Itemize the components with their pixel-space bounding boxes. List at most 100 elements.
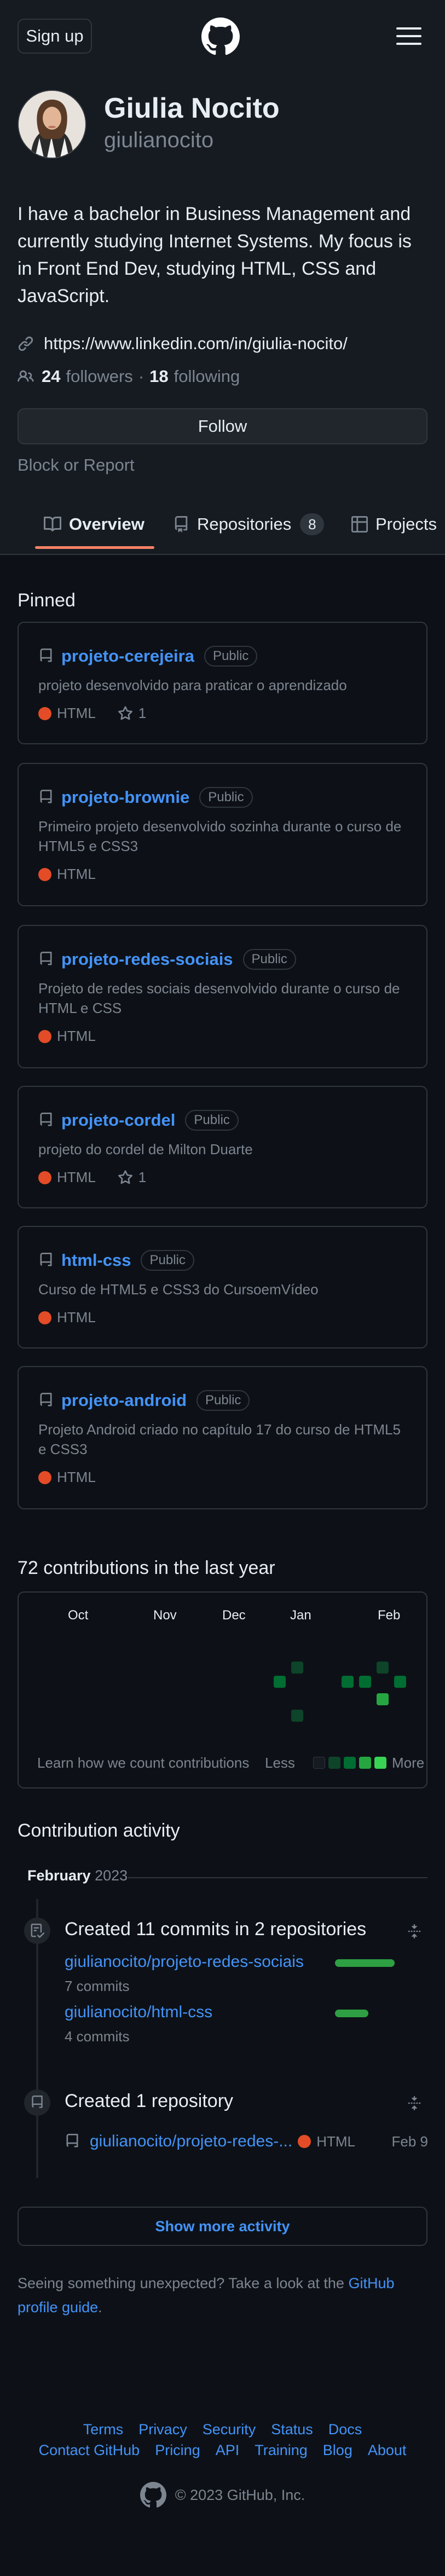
language-color-dot bbox=[38, 867, 51, 881]
stargazers-link[interactable]: 1 bbox=[118, 705, 146, 722]
footer-link-status[interactable]: Status bbox=[271, 2421, 313, 2438]
avatar[interactable] bbox=[18, 90, 86, 159]
copyright-text: © 2023 GitHub, Inc. bbox=[175, 2486, 305, 2503]
github-logo-icon[interactable] bbox=[201, 18, 240, 56]
contribution-day[interactable] bbox=[359, 1676, 371, 1688]
footer-link-pricing[interactable]: Pricing bbox=[155, 2442, 200, 2459]
visibility-badge: Public bbox=[197, 1390, 250, 1411]
sign-up-button[interactable]: Sign up bbox=[18, 19, 92, 54]
star-count: 1 bbox=[138, 1169, 147, 1185]
divider bbox=[128, 1877, 427, 1878]
created-repo-row: giulianocito/projeto-redes-... HTML Feb … bbox=[65, 2132, 428, 2151]
tab-repositories[interactable]: Repositories 8 bbox=[173, 509, 325, 540]
footer-links-row: Terms Privacy Security Status Docs bbox=[0, 2421, 445, 2438]
pinned-repo-name[interactable]: projeto-cordel bbox=[61, 1110, 175, 1130]
website-link[interactable]: https://www.linkedin.com/in/giulia-nocit… bbox=[44, 334, 348, 354]
followers-count[interactable]: 24 bbox=[42, 367, 60, 386]
pinned-repo-language: HTML bbox=[57, 1028, 96, 1044]
star-icon bbox=[118, 705, 132, 720]
repo-icon bbox=[175, 516, 188, 532]
fold-icon[interactable] bbox=[407, 2094, 421, 2112]
activity-commit-count[interactable]: 4 commits bbox=[65, 2028, 129, 2045]
learn-contributions-link[interactable]: Learn how we count contributions bbox=[37, 1755, 249, 1772]
pinned-repo-card: html-css Public Curso de HTML5 e CSS3 do… bbox=[18, 1226, 427, 1348]
contribution-day[interactable] bbox=[291, 1710, 303, 1722]
table-icon bbox=[351, 516, 368, 532]
footer-link-api[interactable]: API bbox=[216, 2442, 240, 2459]
tab-projects[interactable]: Projects bbox=[351, 509, 437, 540]
contribution-day[interactable] bbox=[342, 1676, 354, 1688]
language-color-dot bbox=[38, 707, 51, 720]
pinned-repo-name[interactable]: projeto-redes-sociais bbox=[61, 950, 233, 969]
show-more-activity-button[interactable]: Show more activity bbox=[18, 2207, 427, 2246]
calendar-month-label: Oct bbox=[68, 1608, 89, 1623]
footer-link-contact[interactable]: Contact GitHub bbox=[39, 2442, 140, 2459]
selected-tab-indicator bbox=[35, 546, 154, 549]
contribution-activity-title: Contribution activity bbox=[18, 1820, 180, 1841]
follow-button[interactable]: Follow bbox=[18, 408, 427, 444]
created-repo-language: HTML bbox=[316, 2133, 355, 2150]
commits-summary: Created 11 commits in 2 repositories bbox=[65, 1919, 367, 1940]
legend-level-2 bbox=[344, 1757, 356, 1769]
pinned-repo-description: Projeto de redes sociais desenvolvido du… bbox=[38, 980, 400, 1016]
contribution-day[interactable] bbox=[291, 1662, 303, 1674]
legend-level-4 bbox=[374, 1757, 386, 1769]
commit-share-bar bbox=[335, 2010, 368, 2017]
visibility-badge: Public bbox=[242, 949, 296, 970]
avatar-photo bbox=[19, 91, 85, 158]
visibility-badge: Public bbox=[204, 646, 258, 667]
tab-overview[interactable]: Overview bbox=[44, 509, 145, 540]
pinned-repo-name[interactable]: projeto-android bbox=[61, 1391, 187, 1410]
following-label[interactable]: following bbox=[174, 367, 240, 386]
hamburger-menu-icon[interactable] bbox=[395, 25, 423, 47]
repo-icon bbox=[40, 1393, 52, 1406]
pinned-repo-name[interactable]: projeto-cerejeira bbox=[61, 646, 194, 666]
github-mark-icon[interactable] bbox=[140, 2482, 166, 2508]
footer-link-privacy[interactable]: Privacy bbox=[138, 2421, 187, 2438]
profile-website[interactable]: https://www.linkedin.com/in/giulia-nocit… bbox=[18, 333, 348, 355]
contribution-day[interactable] bbox=[377, 1693, 389, 1705]
star-icon bbox=[118, 1170, 132, 1184]
footer-links-row: Contact GitHub Pricing API Training Blog… bbox=[0, 2442, 445, 2459]
legend-level-0 bbox=[313, 1757, 325, 1769]
tab-projects-label: Projects bbox=[375, 514, 437, 534]
book-icon bbox=[44, 516, 61, 531]
profile-tabs: Overview Repositories 8 Projects bbox=[0, 498, 445, 555]
footer-link-terms[interactable]: Terms bbox=[83, 2421, 124, 2438]
activity-commit-count[interactable]: 7 commits bbox=[65, 1978, 129, 1995]
pinned-repo-card: projeto-cerejeira Public projeto desenvo… bbox=[18, 622, 427, 744]
activity-repo-link[interactable]: giulianocito/projeto-redes-sociais bbox=[65, 1953, 304, 1971]
pinned-repo-name[interactable]: projeto-brownie bbox=[61, 788, 189, 807]
fold-icon[interactable] bbox=[407, 1922, 421, 1941]
follow-stats: 24 followers · 18 following bbox=[18, 366, 240, 387]
created-repo-link[interactable]: giulianocito/projeto-redes-... bbox=[90, 2132, 292, 2151]
profile-full-name: Giulia Nocito bbox=[104, 92, 280, 124]
contribution-day[interactable] bbox=[377, 1662, 389, 1674]
contributions-title: 72 contributions in the last year bbox=[18, 1558, 275, 1578]
contribution-day[interactable] bbox=[394, 1676, 406, 1688]
pinned-repo-card: projeto-brownie Public Primeiro projeto … bbox=[18, 763, 427, 906]
activity-repo-link[interactable]: giulianocito/html-css bbox=[65, 2003, 212, 2022]
repo-created-icon bbox=[24, 2089, 50, 2116]
hint-text: Seeing something unexpected? Take a look… bbox=[18, 2275, 344, 2291]
footer-link-training[interactable]: Training bbox=[255, 2442, 308, 2459]
hint-end: . bbox=[98, 2299, 102, 2315]
link-icon bbox=[18, 336, 33, 351]
language-color-dot bbox=[38, 1029, 51, 1043]
pinned-repo-name[interactable]: html-css bbox=[61, 1251, 131, 1270]
following-count[interactable]: 18 bbox=[149, 367, 168, 386]
footer-link-docs[interactable]: Docs bbox=[328, 2421, 362, 2438]
block-or-report-link[interactable]: Block or Report bbox=[18, 455, 135, 475]
visibility-badge: Public bbox=[185, 1110, 239, 1131]
followers-label[interactable]: followers bbox=[66, 367, 132, 386]
pinned-repo-description: projeto desenvolvido para praticar o apr… bbox=[38, 677, 347, 693]
profile-guide-hint: Seeing something unexpected? Take a look… bbox=[18, 2271, 423, 2319]
footer-link-about[interactable]: About bbox=[368, 2442, 407, 2459]
contribution-day[interactable] bbox=[274, 1676, 286, 1688]
stargazers-link[interactable]: 1 bbox=[118, 1169, 146, 1186]
footer-link-security[interactable]: Security bbox=[203, 2421, 256, 2438]
calendar-month-label: Feb bbox=[378, 1608, 401, 1623]
repo-created-summary: Created 1 repository bbox=[65, 2091, 234, 2111]
footer-link-blog[interactable]: Blog bbox=[323, 2442, 352, 2459]
legend-level-1 bbox=[328, 1757, 340, 1769]
